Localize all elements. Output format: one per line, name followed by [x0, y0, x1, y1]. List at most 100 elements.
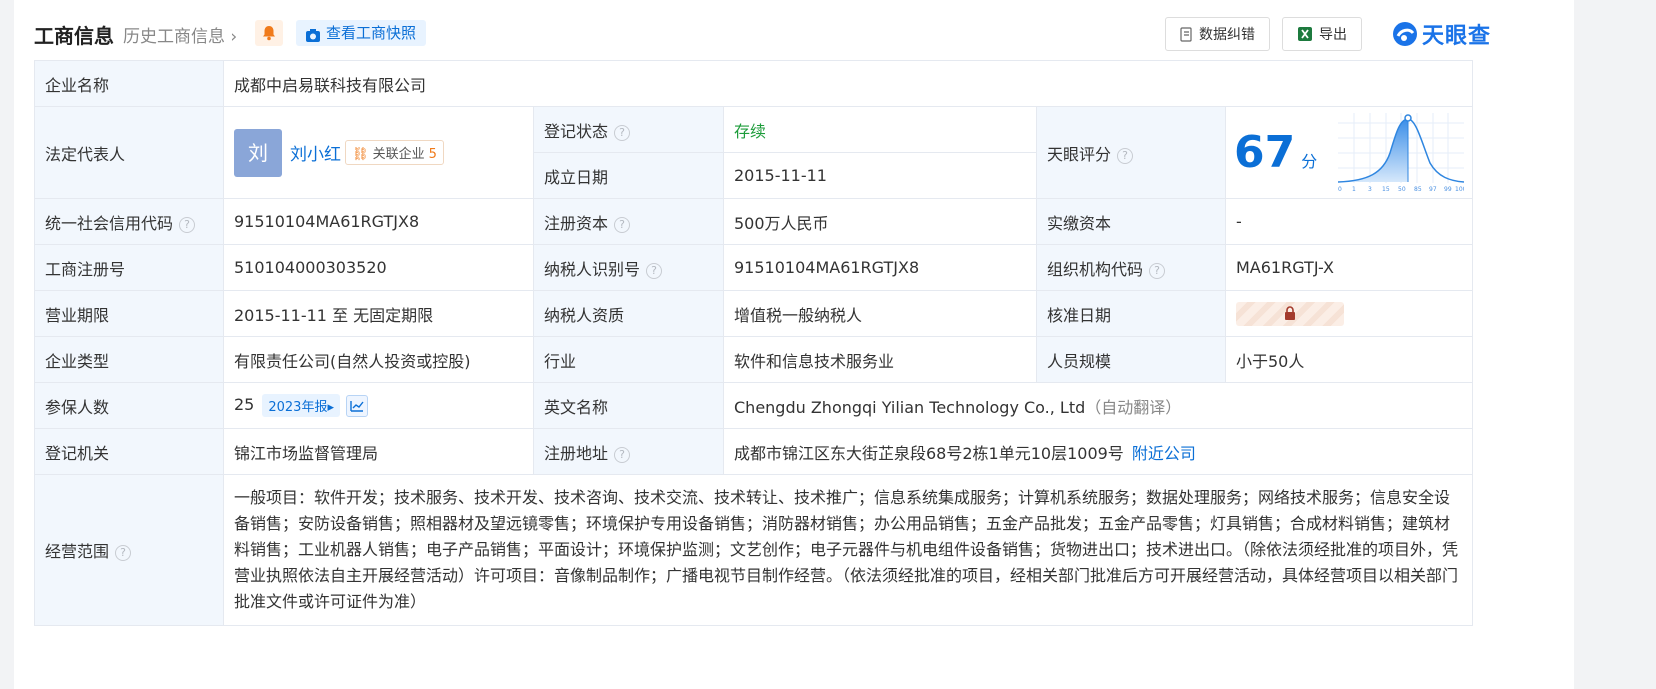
label-authority: 登记机关	[34, 428, 224, 475]
associated-companies-badge[interactable]: ⛓ 关联企业 5	[345, 140, 444, 165]
tick-label: 50	[1398, 186, 1406, 193]
chevron-right-icon: ›	[230, 27, 238, 47]
tax-qual: 增值税一般纳税人	[723, 290, 1037, 337]
camera-icon	[305, 25, 321, 51]
insured-cell: 25 2023年报▸	[223, 382, 534, 429]
legal-rep-cell: 刘刘小红 ⛓ 关联企业 5	[223, 106, 534, 199]
label-paid-capital: 实缴资本	[1036, 198, 1226, 245]
business-scope: 一般项目：软件开发；技术服务、技术开发、技术咨询、技术交流、技术转让、技术推广；…	[222, 474, 1474, 626]
biz-reg-no: 510104000303520	[223, 244, 534, 291]
score-value: 67	[1234, 127, 1296, 178]
label-org-code: 组织机构代码?	[1036, 244, 1226, 291]
export-button[interactable]: 导出	[1282, 17, 1362, 51]
bell-icon[interactable]	[255, 20, 283, 46]
tick-label: 15	[1382, 186, 1390, 193]
report-error-button[interactable]: 数据纠错	[1165, 17, 1270, 51]
locked-value[interactable]	[1236, 301, 1344, 326]
label-legal-rep: 法定代表人	[34, 106, 224, 199]
section-header: 工商信息 历史工商信息 › 查看工商快照 数据纠错 导出 天眼查	[34, 14, 1574, 54]
tick-label: 85	[1414, 186, 1422, 193]
label-en-name: 英文名称	[533, 382, 724, 429]
address-cell: 成都市锦江区东大街芷泉段68号2栋1单元10层1009号 附近公司	[722, 428, 1474, 475]
logo-icon	[1393, 22, 1417, 46]
help-icon[interactable]: ?	[614, 124, 631, 141]
company-name: 成都中启易联科技有限公司	[222, 60, 1474, 107]
section-title: 工商信息	[34, 24, 114, 48]
label-approve-date: 核准日期	[1036, 290, 1226, 337]
table-row: 经营范围? 一般项目：软件开发；技术服务、技术开发、技术咨询、技术交流、技术转让…	[34, 474, 1474, 626]
tick-label: 100	[1455, 186, 1464, 193]
table-row: 工商注册号 510104000303520 纳税人识别号? 91510104MA…	[34, 244, 1474, 291]
en-name: Chengdu Zhongqi Yilian Technology Co., L…	[734, 397, 1086, 417]
label-address: 注册地址?	[533, 428, 724, 475]
insured-count: 25	[234, 395, 255, 414]
avatar[interactable]: 刘	[234, 128, 282, 177]
trend-chart-icon[interactable]	[345, 394, 368, 417]
tick-label: 99	[1444, 186, 1452, 193]
tick-label: 0	[1338, 186, 1342, 193]
business-info-table: 企业名称 成都中启易联科技有限公司 法定代表人 刘刘小红 ⛓ 关联企业 5 登记状态…	[34, 60, 1474, 626]
term: 2015-11-11 至 无固定期限	[223, 290, 534, 337]
industry: 软件和信息技术服务业	[723, 336, 1037, 383]
help-icon[interactable]: ?	[115, 545, 132, 561]
table-row: 企业名称 成都中启易联科技有限公司	[34, 60, 1474, 107]
label-reg-status: 登记状态?	[533, 106, 724, 153]
label-biz-reg-no: 工商注册号	[34, 244, 224, 291]
tick-label: 3	[1368, 186, 1372, 193]
help-icon[interactable]: ?	[1149, 262, 1166, 279]
label-insured: 参保人数	[34, 382, 224, 429]
tick-label: 97	[1429, 186, 1437, 193]
auto-translate-note: （自动翻译）	[1085, 397, 1182, 417]
address: 成都市锦江区东大街芷泉段68号2栋1单元10层1009号	[734, 443, 1124, 463]
org-code: MA61RGTJ-X	[1224, 244, 1474, 291]
help-icon[interactable]: ?	[614, 446, 631, 463]
en-name-cell: Chengdu Zhongqi Yilian Technology Co., L…	[722, 382, 1474, 429]
snapshot-button[interactable]: 查看工商快照	[296, 20, 427, 46]
label-found-date: 成立日期	[533, 152, 724, 199]
credit-code: 91510104MA61RGTJX8	[223, 198, 534, 245]
table-row: 营业期限 2015-11-11 至 无固定期限 纳税人资质 增值税一般纳税人 核…	[34, 290, 1474, 337]
reg-capital: 500万人民币	[723, 198, 1037, 245]
label-industry: 行业	[533, 336, 724, 383]
company-type: 有限责任公司(自然人投资或控股)	[223, 336, 534, 383]
help-icon[interactable]: ?	[1117, 147, 1134, 164]
tianyancha-logo: 天眼查	[1392, 17, 1491, 51]
lock-icon	[1284, 305, 1296, 325]
legal-rep-link[interactable]: 刘小红	[290, 145, 341, 165]
authority: 锦江市场监督管理局	[223, 428, 534, 475]
nearby-companies-link[interactable]: 附近公司	[1132, 444, 1196, 463]
table-row: 法定代表人 刘刘小红⛓ 关联企业5 登记状态? 存续 天眼评分? 67分	[34, 106, 1474, 199]
reg-status: 存续	[723, 106, 1037, 153]
edit-doc-icon	[1180, 26, 1193, 42]
help-icon[interactable]: ?	[646, 262, 663, 279]
business-info-panel: 工商信息 历史工商信息 › 查看工商快照 数据纠错 导出 天眼查 企业名称 成都…	[14, 0, 1574, 689]
label-term: 营业期限	[34, 290, 224, 337]
table-row: 统一社会信用代码? 91510104MA61RGTJX8 注册资本? 500万人…	[34, 198, 1474, 245]
label-company-name: 企业名称	[34, 60, 224, 107]
score-cell: 67 分 0 1 3 15 50 85 97 99 10	[1224, 106, 1474, 199]
history-link[interactable]: 历史工商信息 ›	[123, 22, 237, 47]
label-score: 天眼评分?	[1036, 106, 1226, 199]
annual-report-badge[interactable]: 2023年报▸	[262, 394, 340, 417]
score-distribution-chart[interactable]: 0 1 3 15 50 85 97 99 100	[1338, 112, 1465, 193]
tick-label: 1	[1352, 186, 1356, 193]
excel-icon	[1297, 26, 1313, 42]
help-icon[interactable]: ?	[179, 216, 196, 233]
approve-date-cell	[1224, 290, 1474, 337]
table-row: 参保人数 25 2023年报▸ 英文名称 Chengdu Zhongqi Yili…	[34, 382, 1474, 429]
staff-size: 小于50人	[1224, 336, 1474, 383]
label-reg-capital: 注册资本?	[533, 198, 724, 245]
paid-capital: -	[1224, 198, 1474, 245]
relation-icon: ⛓	[352, 147, 369, 162]
table-row: 企业类型 有限责任公司(自然人投资或控股) 行业 软件和信息技术服务业 人员规模…	[34, 336, 1474, 383]
label-tax-qual: 纳税人资质	[533, 290, 724, 337]
label-scope: 经营范围?	[34, 474, 224, 626]
help-icon[interactable]: ?	[614, 216, 631, 233]
label-staff: 人员规模	[1036, 336, 1226, 383]
table-row: 登记机关 锦江市场监督管理局 注册地址? 成都市锦江区东大街芷泉段68号2栋1单…	[34, 428, 1474, 475]
caret-right-icon: ▸	[327, 400, 334, 415]
found-date: 2015-11-11	[723, 152, 1037, 199]
label-credit-code: 统一社会信用代码?	[34, 198, 224, 245]
label-type: 企业类型	[34, 336, 224, 383]
taxpayer-id: 91510104MA61RGTJX8	[723, 244, 1037, 291]
